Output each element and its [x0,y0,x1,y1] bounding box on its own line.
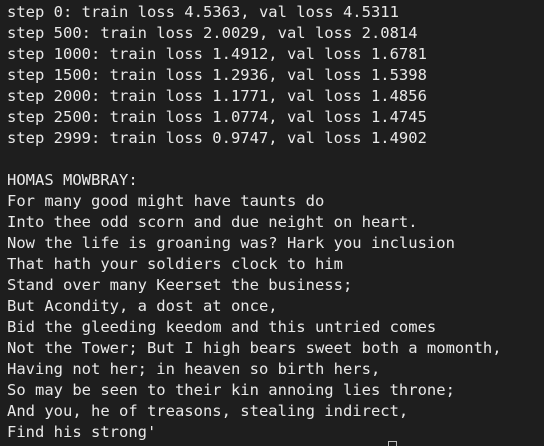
training-log: step 0: train loss 4.5363, val loss 4.53… [7,2,544,149]
generated-line: Stand over many Keerset the business; [7,276,353,294]
generated-line: And you, he of treasons, stealing indire… [7,402,409,420]
generated-line: But Acondity, a dost at once, [7,297,278,315]
generated-speaker-line: HOMAS MOWBRAY: [7,171,138,189]
log-line-step-2500: step 2500: train loss 1.0774, val loss 1… [7,108,427,126]
generated-line: Having not her; in heaven so birth hers, [7,360,381,378]
log-line-step-2000: step 2000: train loss 1.1771, val loss 1… [7,87,427,105]
log-line-step-1000: step 1000: train loss 1.4912, val loss 1… [7,45,427,63]
log-line-step-1500: step 1500: train loss 1.2936, val loss 1… [7,66,427,84]
generated-line: Bid the gleeding keedom and this untried… [7,318,437,336]
terminal-cursor [388,441,397,446]
generated-line: Find his strong' [7,423,157,441]
generated-line: Into thee odd scorn and due neight on he… [7,213,418,231]
generated-line: That hath your soldiers clock to him [7,255,343,273]
generated-line: So may be seen to their kin annoing lies… [7,381,455,399]
generated-text: HOMAS MOWBRAY: For many good might have … [7,170,544,443]
log-line-step-500: step 500: train loss 2.0029, val loss 2.… [7,24,418,42]
log-line-step-0: step 0: train loss 4.5363, val loss 4.53… [7,3,399,21]
generated-line: For many good might have taunts do [7,192,325,210]
terminal-output: step 0: train loss 4.5363, val loss 4.53… [0,0,544,446]
generated-line: Now the life is groaning was? Hark you i… [7,234,455,252]
log-line-step-2999: step 2999: train loss 0.9747, val loss 1… [7,129,427,147]
generated-line: Not the Tower; But I high bears sweet bo… [7,339,502,357]
